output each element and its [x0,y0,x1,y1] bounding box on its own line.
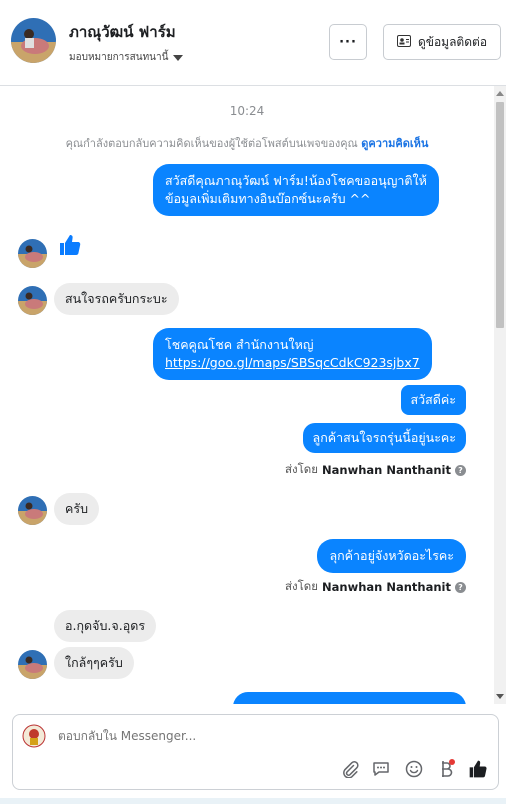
view-comment-link[interactable]: ดูความคิดเห็น [361,137,428,150]
bottom-strip [0,798,506,804]
incoming-message[interactable]: ใกล้ๆๆครับ [54,647,134,679]
thread-scrollbar[interactable] [494,86,506,704]
message-text: อ.กุดจับ.จ.อุดร [65,618,146,633]
contact-card-icon [396,34,411,50]
notice-text: คุณกำลังตอบกลับความคิดเห็นของผู้ใช้ต่อโพ… [65,137,358,150]
outgoing-message-partial[interactable] [233,692,466,704]
emoji-icon[interactable] [403,758,425,780]
outgoing-message[interactable]: โชคคูณโชค สำนักงานใหญ่ https://goo.gl/ma… [153,328,432,380]
incoming-message[interactable]: ครับ [54,493,100,525]
assign-conversation-dropdown[interactable]: มอบหมายการสนทนานี้ [69,50,184,65]
more-icon: ··· [339,34,357,50]
sent-by-name: Nanwhan Nanthanit [322,580,451,594]
scrollbar-thumb[interactable] [496,102,504,328]
message-text: ครับ [65,501,89,516]
outgoing-message[interactable]: สวัสดีค่ะ [400,385,466,415]
sent-by-prefix: ส่งโดย [284,579,319,593]
customer-avatar[interactable] [18,286,47,315]
sent-by-prefix: ส่งโดย [284,462,319,476]
view-contact-button[interactable]: ดูข้อมูลติดต่อ [383,24,501,60]
like-icon[interactable] [467,758,489,780]
caret-down-icon [173,54,184,61]
thumbs-up-icon[interactable] [58,233,82,261]
message-text: สวัสดีค่ะ [410,392,456,407]
message-timestamp: 10:24 [229,104,265,118]
conversation-header: ภาณุวัฒน์ ฟาร์ม มอบหมายการสนทนานี้ ··· ด… [0,0,506,86]
outgoing-message[interactable]: ลุกค้าอยู่จังหวัดอะไรคะ [317,539,466,573]
message-text: สวัสดีคุณภาณุวัฒน์ ฟาร์ม!น้องโชคขออนุญาต… [165,173,427,188]
incoming-message[interactable]: อ.กุดจับ.จ.อุดร [54,610,157,642]
view-contact-label: ดูข้อมูลติดต่อ [417,34,488,49]
scroll-down-arrow-icon[interactable] [496,694,504,699]
message-text: ลุกค้าอยู่จังหวัดอะไรคะ [329,548,454,563]
message-text: ข้อมูลเพิ่มเติมทางอินบ๊อกซ์นะครับ ^^ [165,191,371,206]
info-icon[interactable]: ? [455,464,466,476]
message-text: ใกล้ๆๆครับ [65,655,123,670]
comment-reply-notice: คุณกำลังตอบกลับความคิดเห็นของผู้ใช้ต่อโพ… [0,134,494,152]
page-avatar[interactable] [11,18,56,63]
outgoing-message[interactable]: สวัสดีคุณภาณุวัฒน์ ฟาร์ม!น้องโชคขออนุญาต… [153,164,439,216]
scroll-up-arrow-icon[interactable] [496,91,504,96]
assign-label: มอบหมายการสนทนานี้ [69,52,169,63]
sent-by-name: Nanwhan Nanthanit [322,463,451,477]
message-text: ลูกค้าสนใจรถรุ่นนี้อยู่นะคะ [312,430,456,445]
page-name: ภาณุวัฒน์ ฟาร์ม [69,23,176,41]
reply-input[interactable] [58,729,478,743]
more-options-button[interactable]: ··· [329,24,367,60]
outgoing-message[interactable]: ลูกค้าสนใจรถรุ่นนี้อยู่นะคะ [302,423,466,453]
incoming-message[interactable]: สนใจรถครับกระบะ [54,283,179,315]
customer-avatar[interactable] [18,496,47,525]
sent-by-label: ส่งโดย Nanwhan Nanthanit ? [285,578,466,596]
sent-by-label: ส่งโดย Nanwhan Nanthanit ? [285,461,466,479]
info-icon[interactable]: ? [455,581,466,593]
customer-avatar[interactable] [18,239,47,268]
sender-avatar [22,724,46,748]
saved-reply-icon[interactable] [370,758,392,780]
baht-icon[interactable] [435,758,457,780]
attach-icon[interactable] [339,758,361,780]
customer-avatar[interactable] [18,650,47,679]
message-text: โชคคูณโชค สำนักงานใหญ่ [165,337,314,352]
map-link[interactable]: https://goo.gl/maps/SBSqcCdkC923sjbx7 [165,355,420,370]
message-text: สนใจรถครับกระบะ [65,291,168,306]
reply-composer [12,714,499,790]
message-thread[interactable]: 10:24 คุณกำลังตอบกลับความคิดเห็นของผู้ใช… [0,86,494,704]
